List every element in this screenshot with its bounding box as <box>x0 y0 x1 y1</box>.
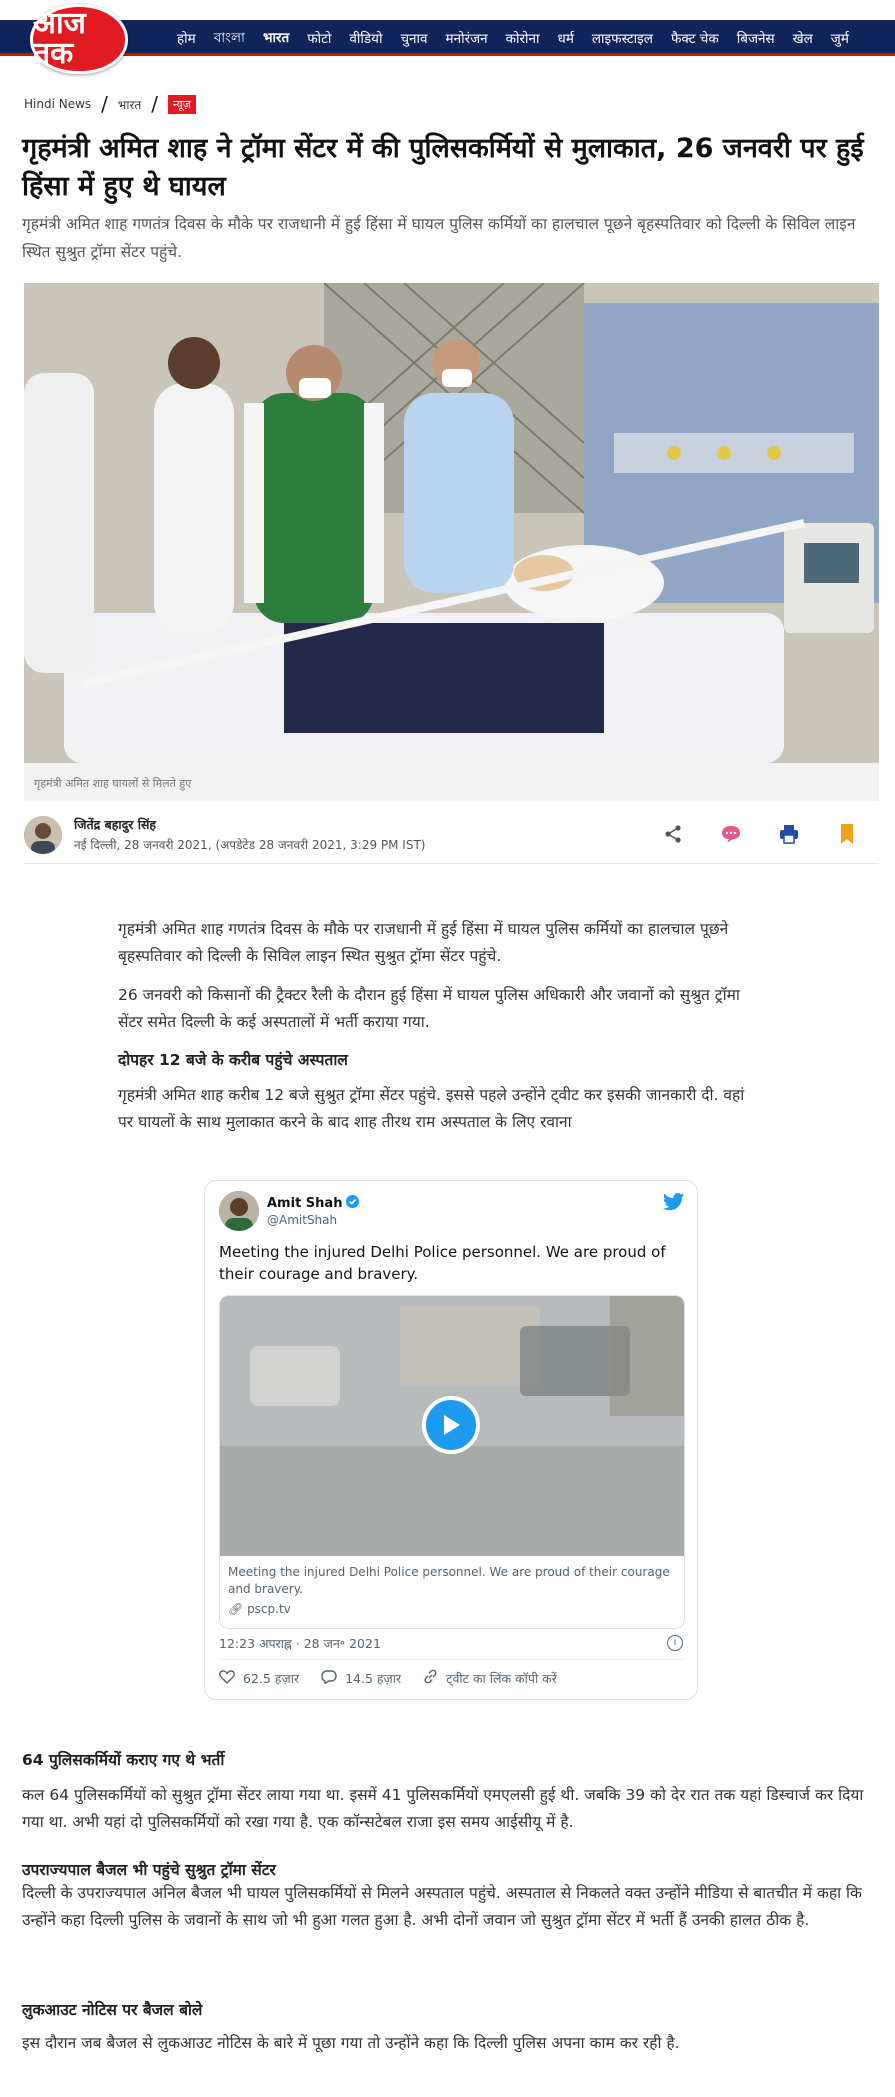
site-header: आज तक होम বাংলা भारत फोटो वीडियो चुनाव म… <box>0 0 895 74</box>
nav-item-photo[interactable]: फोटो <box>298 20 340 56</box>
tweet-divider <box>219 1659 685 1660</box>
article-paragraph: कल 64 पुलिसकर्मियों को सुश्रुत ट्रॉमा से… <box>22 1786 864 1831</box>
reply-icon <box>321 1669 337 1687</box>
tweet-media-link-text: pscp.tv <box>247 1602 291 1616</box>
copy-link-button[interactable]: ट्वीट का लिंक कॉपी करें <box>423 1669 557 1687</box>
nav-item-business[interactable]: बिजनेस <box>728 20 784 56</box>
nav-item-corona[interactable]: कोरोना <box>497 20 549 56</box>
article-paragraph: दिल्ली के उपराज्यपाल अनिल बैजल भी घायल प… <box>22 1884 862 1929</box>
article-standfirst: गृहमंत्री अमित शाह गणतंत्र दिवस के मौके … <box>22 215 856 261</box>
article-paragraph: इस दौरान जब बैजल से लुकआउट नोटिस के बारे… <box>22 2034 680 2052</box>
tweet-handle[interactable]: @AmitShah <box>267 1213 337 1227</box>
tweet-actions: 62.5 हज़ार 14.5 हज़ार ट्वीट का लिंक कॉपी… <box>219 1669 557 1687</box>
nav-item-crime[interactable]: जुर्म <box>822 20 858 56</box>
article-actions <box>661 822 859 846</box>
article-paragraph: 26 जनवरी को किसानों की ट्रैक्टर रैली के … <box>118 986 740 1031</box>
play-button[interactable] <box>422 1396 480 1454</box>
nav-item-bharat[interactable]: भारत <box>253 20 299 56</box>
logo-text: आज तक <box>33 6 86 71</box>
nav-item-sports[interactable]: खेल <box>784 20 822 56</box>
print-icon[interactable] <box>777 822 801 846</box>
article-subheading: लुकआउट नोटिस पर बैजल बोले <box>22 2001 203 2019</box>
reply-count: 14.5 हज़ार <box>345 1670 402 1686</box>
article-paragraph: गृहमंत्री अमित शाह गणतंत्र दिवस के मौके … <box>118 920 729 965</box>
nav-item-video[interactable]: वीडियो <box>340 20 391 56</box>
nav-item-election[interactable]: चुनाव <box>391 20 436 56</box>
tweet-avatar[interactable] <box>219 1191 259 1231</box>
tweet-text: Meeting the injured Delhi Police personn… <box>219 1243 666 1283</box>
link-icon: 🔗︎ <box>228 1602 244 1616</box>
share-icon[interactable] <box>661 822 685 846</box>
breadcrumb-current[interactable]: न्यूज़ <box>167 94 196 114</box>
site-logo[interactable]: आज तक <box>30 4 128 74</box>
nav-item-religion[interactable]: धर्म <box>549 20 583 56</box>
author-avatar[interactable] <box>24 816 62 854</box>
nav-item-home[interactable]: होम <box>168 20 205 56</box>
nav-item-entertainment[interactable]: मनोरंजन <box>437 20 497 56</box>
page: आज तक होम বাংলা भारत फोटो वीडियो चुनाव म… <box>0 0 895 2097</box>
nav-item-lifestyle[interactable]: लाइफस्टाइल <box>583 20 662 56</box>
page-title: गृहमंत्री अमित शाह ने ट्रॉमा सेंटर में क… <box>22 133 864 202</box>
main-nav: होम বাংলা भारत फोटो वीडियो चुनाव मनोरंजन… <box>168 20 858 56</box>
tweet-media-link[interactable]: 🔗︎ pscp.tv <box>228 1602 291 1616</box>
article-subheading: 64 पुलिसकर्मियों कराए गए थे भर्ती <box>22 1751 225 1769</box>
like-count: 62.5 हज़ार <box>243 1670 300 1686</box>
heart-icon <box>219 1669 235 1687</box>
nav-item-fact-check[interactable]: फैक्ट चेक <box>662 20 728 56</box>
author-name[interactable]: जितेंद्र बहादुर सिंह <box>74 816 156 833</box>
dateline: नई दिल्ली, 28 जनवरी 2021, (अपडेटेड 28 जन… <box>74 838 426 852</box>
hero-image <box>24 283 879 763</box>
article-paragraph: गृहमंत्री अमित शाह करीब 12 बजे सुश्रुत ट… <box>118 1086 745 1131</box>
tweet-timestamp[interactable]: 12:23 अपराह्न · 28 जन॰ 2021 <box>219 1635 381 1652</box>
verified-icon <box>346 1195 360 1212</box>
breadcrumb: Hindi News / भारत / न्यूज़ <box>24 92 196 116</box>
byline: जितेंद्र बहादुर सिंह नई दिल्ली, 28 जनवरी… <box>24 812 879 864</box>
tweet-author[interactable]: Amit Shah <box>267 1195 360 1212</box>
image-caption: गृहमंत्री अमित शाह घायलों से मिलते हुए <box>24 763 879 801</box>
breadcrumb-home[interactable]: Hindi News <box>24 97 91 111</box>
tweet-media-description: Meeting the injured Delhi Police personn… <box>228 1565 670 1596</box>
comment-icon[interactable] <box>719 822 743 846</box>
article-subheading: दोपहर 12 बजे के करीब पहुंचे अस्पताल <box>118 1051 348 1069</box>
breadcrumb-separator: / <box>101 92 108 116</box>
like-button[interactable]: 62.5 हज़ार <box>219 1669 299 1687</box>
bookmark-icon[interactable] <box>835 822 859 846</box>
breadcrumb-separator: / <box>151 92 158 116</box>
copy-link-label: ट्वीट का लिंक कॉपी करें <box>446 1670 557 1686</box>
tweet-media-card[interactable]: Meeting the injured Delhi Police personn… <box>219 1295 685 1629</box>
article-subheading: उपराज्यपाल बैजल भी पहुंचे सुश्रुत ट्रॉमा… <box>22 1861 276 1879</box>
reply-button[interactable]: 14.5 हज़ार <box>321 1669 401 1687</box>
info-icon[interactable]: i <box>667 1635 683 1651</box>
tweet-video[interactable] <box>220 1296 684 1556</box>
link-icon <box>423 1669 438 1687</box>
breadcrumb-section[interactable]: भारत <box>118 96 141 113</box>
nav-item-bangla[interactable]: বাংলা <box>205 20 254 56</box>
twitter-bird-icon[interactable] <box>662 1193 685 1215</box>
tweet-author-name: Amit Shah <box>267 1196 343 1211</box>
embedded-tweet[interactable]: Amit Shah @AmitShah Meeting the injured … <box>204 1180 698 1700</box>
